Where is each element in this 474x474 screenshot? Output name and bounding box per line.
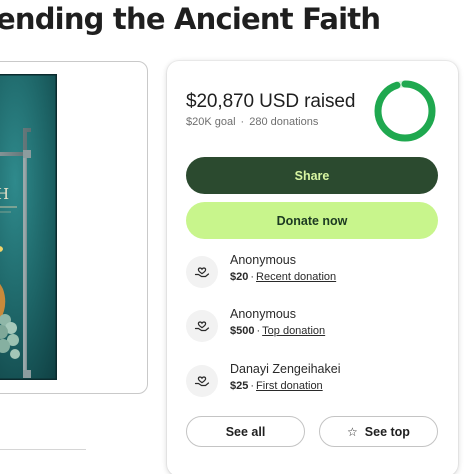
progress-ring-fill (374, 80, 436, 142)
cover-title-text: TH (0, 185, 9, 203)
donation-type-link[interactable]: First donation (256, 380, 323, 392)
page-title: ending the Ancient Faith (0, 2, 381, 36)
donation-amount: $20 (230, 271, 249, 283)
hand-heart-icon (186, 365, 218, 397)
separator-dot: · (250, 380, 255, 392)
goal-text: $20K goal (186, 116, 236, 128)
see-all-button[interactable]: See all (186, 416, 305, 447)
donation-item: Anonymous $500 · Top donation (186, 307, 438, 343)
cover-image: TH (0, 74, 57, 380)
progress-ring (374, 80, 436, 142)
see-top-label: See top (364, 424, 410, 439)
fundraiser-page: ending the Ancient Faith $20,870 USD rai… (0, 0, 474, 474)
donation-item: Danayi Zengeihakei $25 · First donation (186, 362, 438, 398)
see-top-button[interactable]: ☆ See top (319, 416, 438, 447)
separator-dot: · (256, 325, 261, 337)
separator-dot: · (240, 116, 245, 128)
donation-item: Anonymous $20 · Recent donation (186, 253, 438, 289)
amount-raised: $20,870 USD raised (186, 91, 356, 112)
star-icon: ☆ (347, 424, 358, 439)
donor-name: Anonymous (230, 253, 297, 267)
donation-amount: $500 (230, 325, 255, 337)
section-divider (0, 449, 86, 450)
hand-heart-icon (186, 310, 218, 342)
goal-summary: $20K goal · 280 donations (186, 116, 318, 128)
donation-detail: $500 · Top donation (230, 325, 325, 337)
donation-count: 280 donations (249, 116, 319, 128)
donate-now-button[interactable]: Donate now (186, 202, 438, 239)
separator-dot: · (250, 271, 255, 283)
share-button[interactable]: Share (186, 157, 438, 194)
donation-type-link[interactable]: Recent donation (256, 271, 336, 283)
cover-image-frame: TH (0, 61, 148, 394)
hand-heart-icon (186, 256, 218, 288)
donation-detail: $20 · Recent donation (230, 271, 336, 283)
donation-amount: $25 (230, 380, 249, 392)
donation-detail: $25 · First donation (230, 380, 323, 392)
donor-name: Anonymous (230, 307, 297, 321)
donation-type-link[interactable]: Top donation (262, 325, 325, 337)
donor-name: Danayi Zengeihakei (230, 362, 341, 376)
donation-card: $20,870 USD raised $20K goal · 280 donatio… (167, 61, 458, 474)
